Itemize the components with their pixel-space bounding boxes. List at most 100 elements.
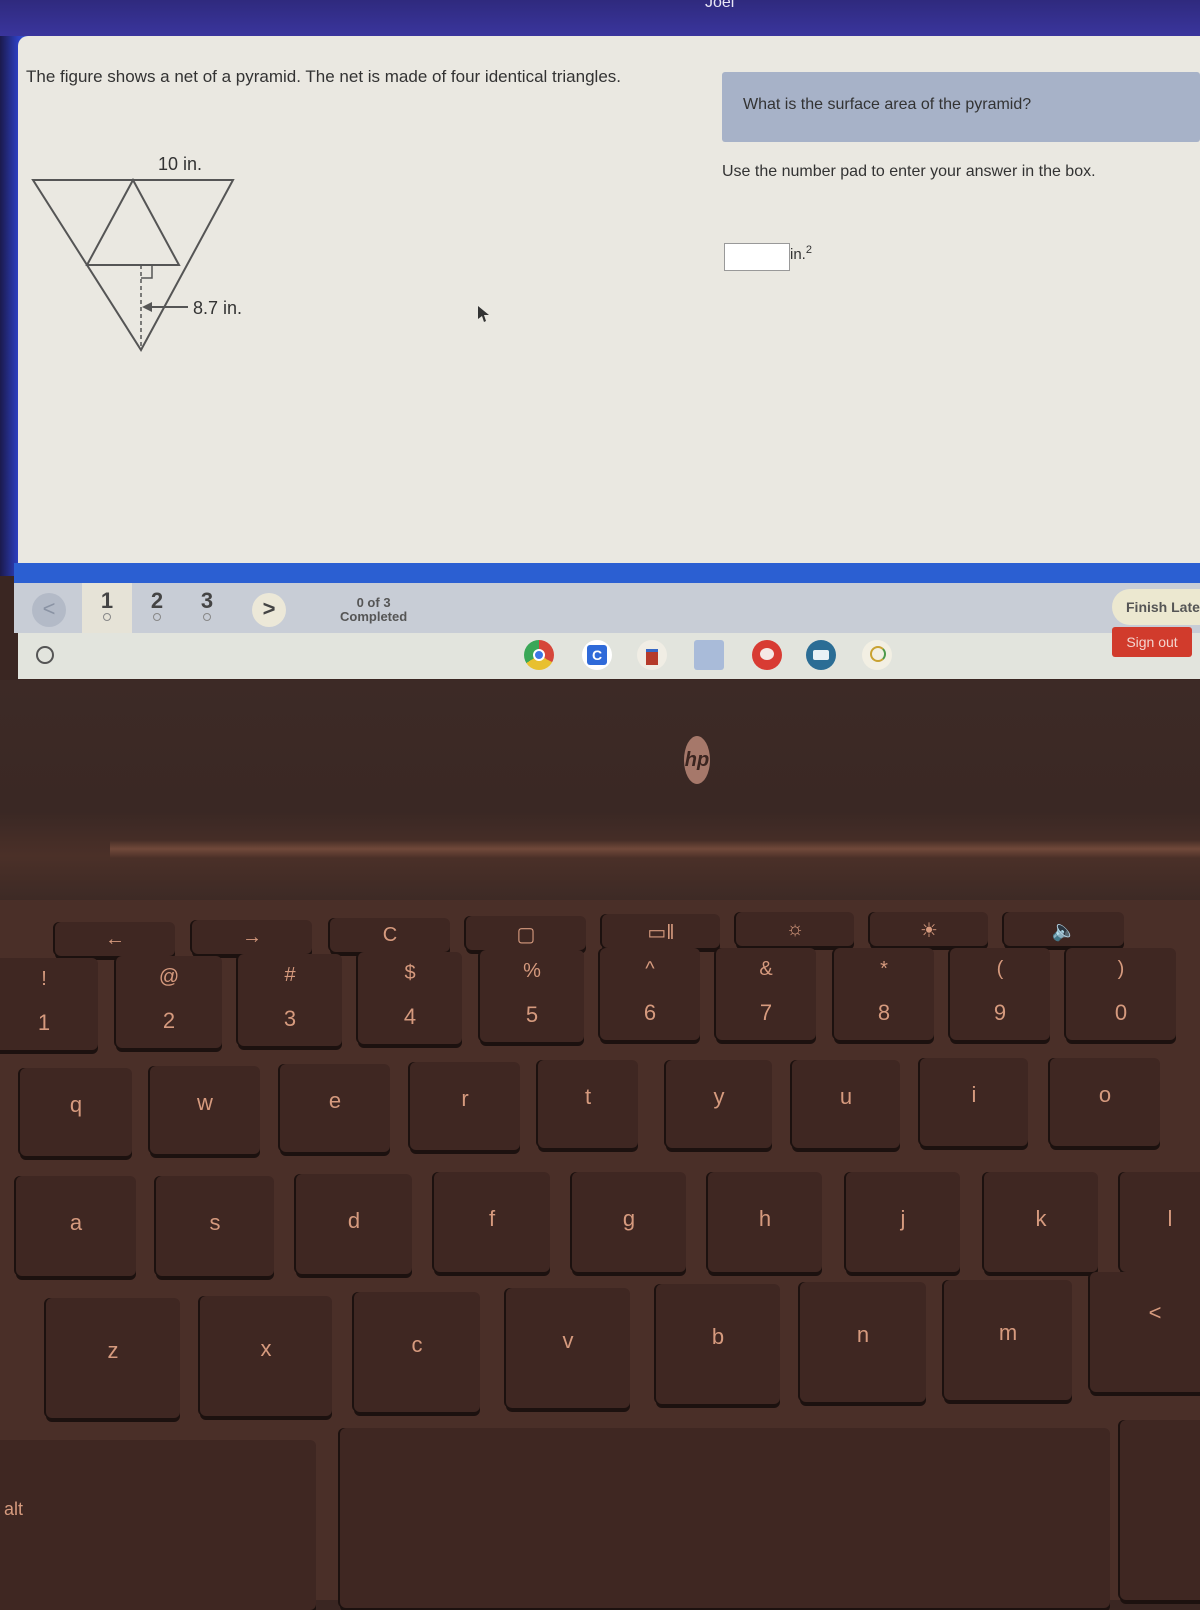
classroom-c-icon[interactable]: C (582, 640, 612, 670)
key-label: v (562, 1328, 574, 1353)
key-label: k (1035, 1206, 1047, 1231)
key-mute[interactable]: 🔈 (1004, 912, 1124, 946)
key-h[interactable]: h (708, 1172, 822, 1272)
right-angle-marker (141, 265, 153, 279)
chrome-icon[interactable] (524, 640, 554, 670)
cloud-app-icon[interactable] (862, 640, 892, 670)
progress-label: Completed (340, 609, 408, 624)
answer-input[interactable] (724, 243, 790, 271)
key-back[interactable]: ← (55, 922, 175, 956)
answer-unit: in.2 (790, 244, 812, 263)
key-s[interactable]: s (156, 1176, 274, 1276)
key-3[interactable]: #3 (238, 954, 342, 1046)
height-label: 8.7 in. (193, 298, 243, 318)
key-m[interactable]: m (944, 1280, 1072, 1400)
key-o[interactable]: o (1050, 1058, 1160, 1146)
key-label: l (1167, 1206, 1173, 1231)
next-question-button[interactable]: > (252, 593, 286, 627)
key-label: 4 (403, 1004, 417, 1029)
key-alt[interactable]: alt (0, 1440, 316, 1610)
progress-count: 0 of 3 (356, 595, 391, 610)
key-v[interactable]: v (506, 1288, 630, 1408)
key-4[interactable]: $4 (358, 952, 462, 1044)
key-label: r (461, 1086, 469, 1111)
hinge (110, 840, 1200, 858)
key-fullscreen[interactable]: ▢ (466, 916, 586, 950)
news-card-icon[interactable] (806, 640, 836, 670)
key-a[interactable]: a (16, 1176, 136, 1276)
key-n[interactable]: n (800, 1282, 926, 1402)
user-name: Joel (705, 0, 735, 11)
brightness-up-icon: ☀ (920, 920, 938, 942)
key-brightness-down[interactable]: ☼ (736, 912, 854, 946)
key-k[interactable]: k (984, 1172, 1098, 1272)
key-u[interactable]: u (792, 1060, 900, 1148)
key-g[interactable]: g (572, 1172, 686, 1272)
top-header: Joel (0, 0, 1200, 40)
key-refresh[interactable]: C (330, 918, 450, 952)
key-d[interactable]: d (296, 1174, 412, 1274)
key-7[interactable]: & 7 (716, 948, 816, 1040)
key-y[interactable]: y (666, 1060, 772, 1148)
key-label: 9 (993, 1000, 1007, 1025)
page-status-dot (153, 613, 161, 621)
key-q[interactable]: q (20, 1068, 132, 1156)
blank-app-icon[interactable] (694, 640, 724, 670)
key-w[interactable]: w (150, 1066, 260, 1154)
key-comma[interactable]: < (1090, 1272, 1200, 1392)
key-shift-label: & (759, 958, 773, 980)
key-t[interactable]: t (538, 1060, 638, 1148)
key-f[interactable]: f (434, 1172, 550, 1272)
key-label: e (328, 1088, 342, 1113)
progress-status: 0 of 3 Completed (340, 596, 407, 624)
overview-icon: ▭ǁ (647, 922, 675, 944)
finish-later-button[interactable]: Finish Later (1112, 589, 1200, 625)
key-label: m (998, 1320, 1018, 1345)
key-2[interactable]: @2 (116, 956, 222, 1048)
key-r[interactable]: r (410, 1062, 520, 1150)
key-forward[interactable]: → (192, 920, 312, 954)
key-j[interactable]: j (846, 1172, 960, 1272)
key-shift-label: # (284, 964, 296, 986)
key-b[interactable]: b (656, 1284, 780, 1404)
key-e[interactable]: e (280, 1064, 390, 1152)
key-space[interactable] (340, 1428, 1110, 1608)
key-label: 7 (759, 1000, 773, 1025)
key-shift-label: $ (404, 962, 416, 984)
paint-palette-icon[interactable] (752, 640, 782, 670)
key-label: 8 (877, 1000, 891, 1025)
page-number: 1 (100, 588, 114, 613)
page-tab-2[interactable]: 2 (132, 583, 182, 633)
back-arrow-icon: ← (105, 928, 125, 950)
key-l[interactable]: l (1120, 1172, 1200, 1272)
key-x[interactable]: x (200, 1296, 332, 1416)
key-brightness-up[interactable]: ☀ (870, 912, 988, 946)
refresh-icon: C (382, 924, 398, 946)
key-overview[interactable]: ▭ǁ (602, 914, 720, 948)
key-6[interactable]: ^ 6 (600, 948, 700, 1040)
key-label: 6 (643, 1000, 657, 1025)
key-label: g (622, 1206, 636, 1231)
key-1[interactable]: ! 1 (0, 958, 98, 1050)
key-label: 3 (283, 1006, 297, 1031)
key-0[interactable]: ) 0 (1066, 948, 1176, 1040)
books-app-icon[interactable] (637, 640, 667, 670)
key-c[interactable]: c (354, 1292, 480, 1412)
key-9[interactable]: (9 (950, 948, 1050, 1040)
key-alt-right[interactable] (1120, 1420, 1200, 1600)
page-tab-3[interactable]: 3 (182, 583, 232, 633)
prev-question-button[interactable]: < (32, 593, 66, 627)
key-5[interactable]: % 5 (480, 950, 584, 1042)
key-label: w (197, 1090, 213, 1115)
key-label: n (856, 1322, 870, 1347)
page-tab-1[interactable]: 1 (82, 583, 132, 633)
key-label: q (69, 1092, 83, 1117)
net-center-triangle (85, 177, 181, 266)
key-z[interactable]: z (46, 1298, 180, 1418)
key-i[interactable]: i (920, 1058, 1028, 1146)
sign-out-button[interactable]: Sign out (1112, 627, 1192, 657)
question-prompt: The figure shows a net of a pyramid. The… (26, 67, 621, 86)
key-label: d (347, 1208, 361, 1233)
key-8[interactable]: * 8 (834, 948, 934, 1040)
launcher-icon[interactable] (36, 646, 54, 664)
